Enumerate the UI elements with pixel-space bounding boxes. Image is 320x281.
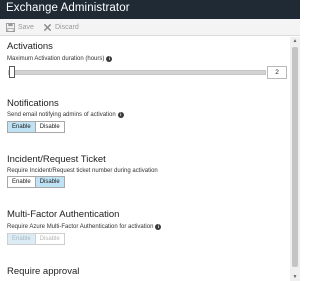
notifications-toggle: Enable Disable (7, 121, 65, 133)
ticket-disable-option[interactable]: Disable (34, 177, 64, 187)
notifications-title: Notifications (7, 98, 59, 109)
activation-duration-label: Maximum Activation duration (hours) i (7, 56, 113, 62)
ticket-description-text: Require Incident/Request ticket number d… (7, 168, 158, 174)
ticket-enable-option[interactable]: Enable (8, 177, 35, 187)
discard-button[interactable]: Discard (43, 21, 79, 33)
notifications-enable-option[interactable]: Enable (8, 122, 35, 132)
info-icon[interactable]: i (155, 224, 162, 230)
mfa-title: Multi-Factor Authentication (7, 209, 120, 220)
close-icon (43, 23, 52, 31)
discard-label: Discard (55, 23, 79, 31)
mfa-description-text: Require Azure Multi-Factor Authenticatio… (7, 224, 154, 230)
activation-duration-slider[interactable] (8, 70, 266, 75)
ticket-toggle: Enable Disable (7, 176, 65, 188)
settings-panel: Activations Maximum Activation duration … (0, 37, 289, 281)
vertical-scrollbar[interactable]: ▲ ▼ (290, 37, 300, 281)
save-button[interactable]: Save (6, 21, 34, 33)
scroll-up-icon[interactable]: ▲ (290, 37, 300, 45)
slider-handle[interactable] (9, 66, 15, 78)
ticket-title: Incident/Request Ticket (7, 154, 106, 165)
activation-duration-input[interactable]: 2 (267, 66, 287, 79)
ticket-description: Require Incident/Request ticket number d… (7, 168, 158, 174)
mfa-enable-option: Enable (8, 234, 35, 244)
activations-title: Activations (7, 41, 53, 52)
info-icon[interactable]: i (117, 112, 124, 118)
save-label: Save (18, 23, 34, 31)
info-icon[interactable]: i (106, 56, 113, 62)
activation-duration-text: Maximum Activation duration (hours) (7, 56, 105, 62)
title-bar: Exchange Administrator (0, 0, 300, 19)
notifications-description-text: Send email notifying admins of activatio… (7, 112, 116, 118)
window-title: Exchange Administrator (6, 2, 130, 14)
approval-title: Require approval (7, 266, 80, 277)
scrollbar-thumb[interactable] (292, 47, 298, 267)
save-icon (6, 22, 15, 32)
mfa-toggle: Enable Disable (7, 233, 65, 245)
toolbar: Save Discard (0, 19, 300, 36)
notifications-description: Send email notifying admins of activatio… (7, 112, 124, 118)
mfa-description: Require Azure Multi-Factor Authenticatio… (7, 224, 162, 230)
mfa-disable-option: Disable (34, 234, 64, 244)
scroll-down-icon[interactable]: ▼ (290, 273, 300, 281)
notifications-disable-option[interactable]: Disable (34, 122, 64, 132)
